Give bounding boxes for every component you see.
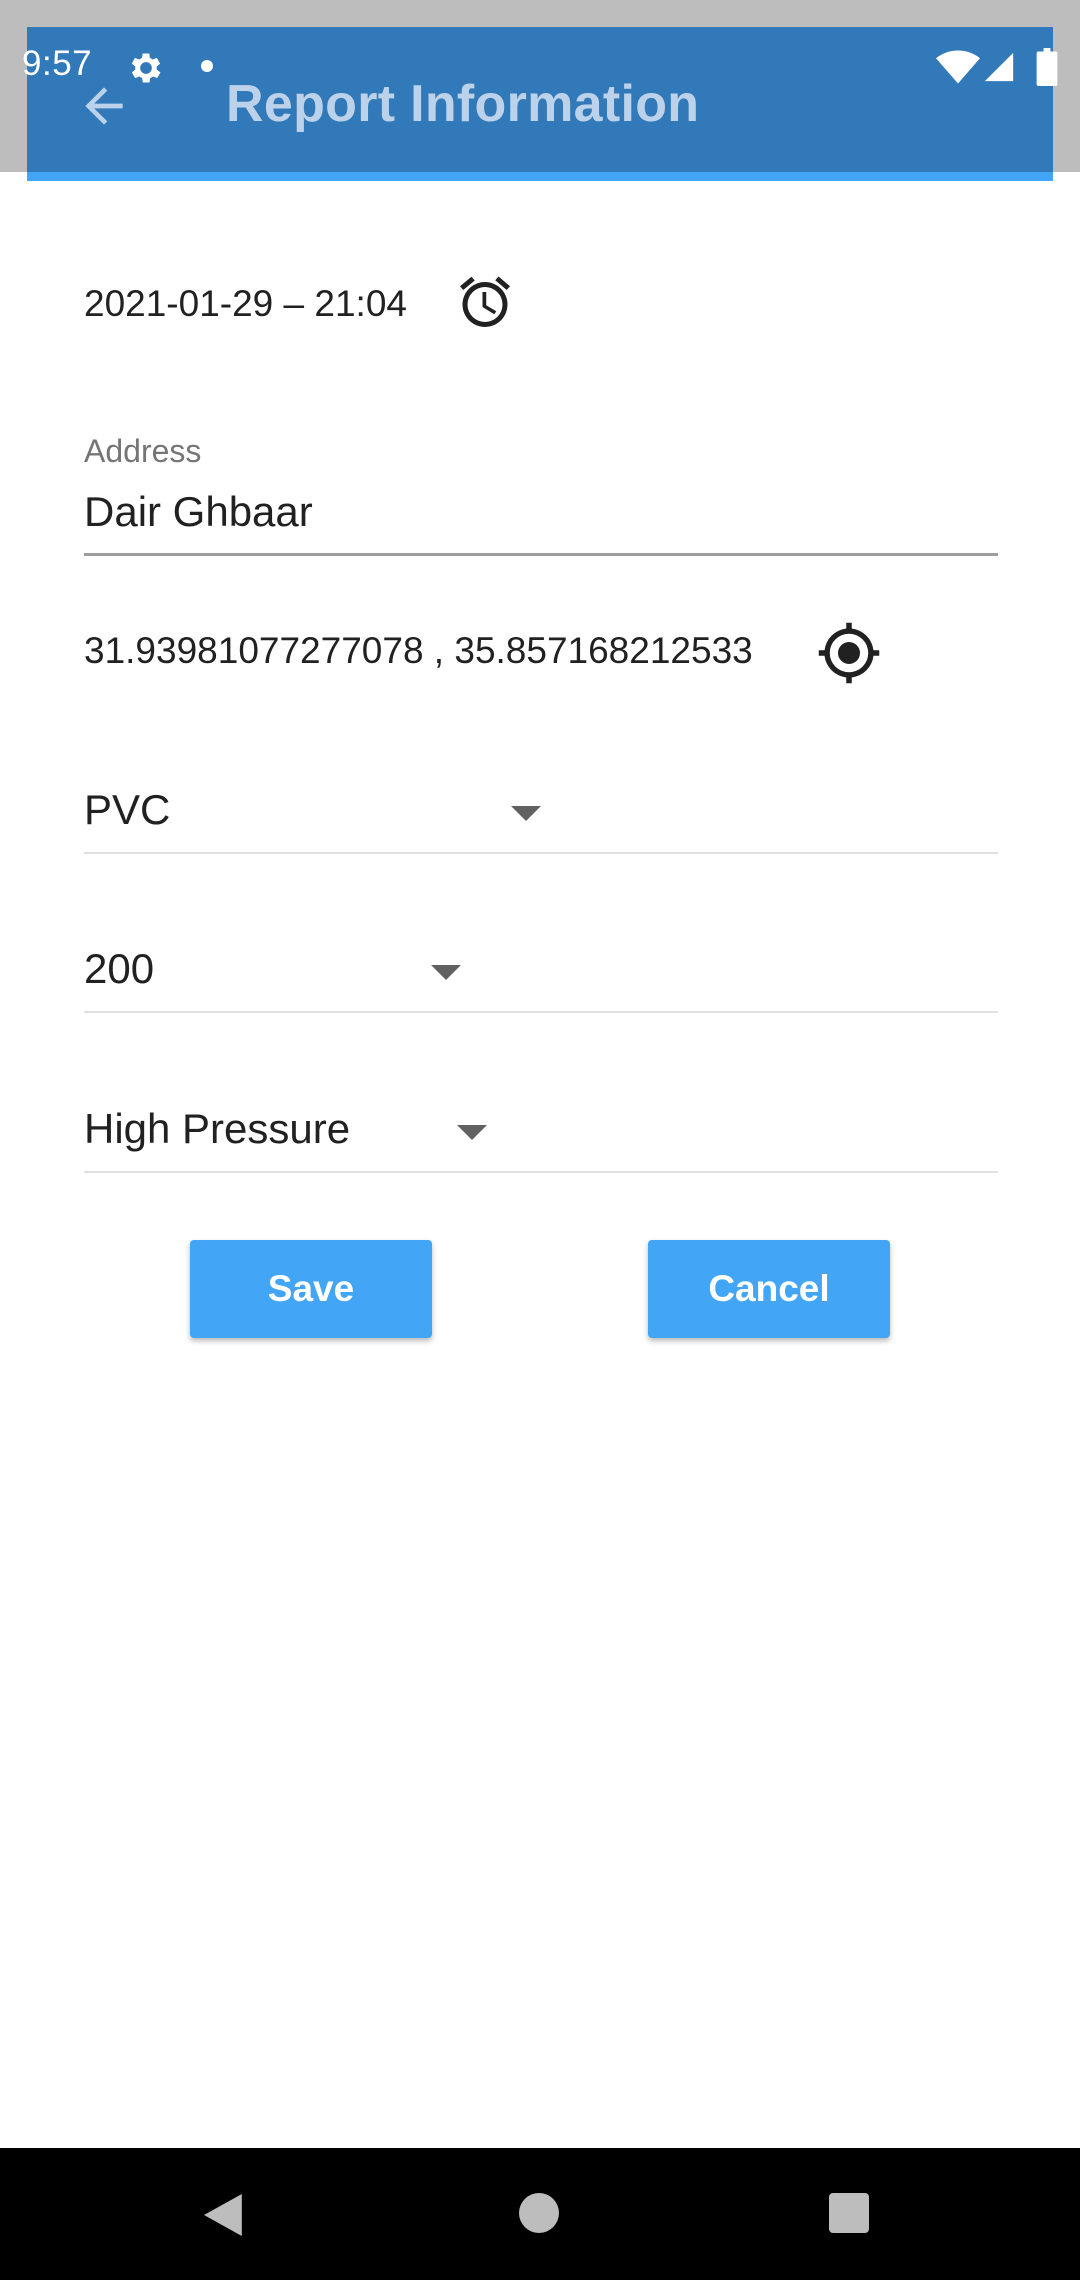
system-nav-bar — [0, 2148, 1080, 2280]
wifi-icon — [936, 50, 980, 84]
material-selected-value: PVC — [84, 786, 171, 833]
pressure-dropdown[interactable]: High Pressure — [84, 1087, 998, 1173]
gear-icon — [131, 53, 161, 83]
address-input[interactable] — [84, 470, 998, 556]
page-title: Report Information — [226, 75, 700, 133]
nav-home-icon[interactable] — [519, 2193, 559, 2233]
size-dropdown[interactable]: 200 — [84, 927, 998, 1013]
signal-icon — [984, 52, 1014, 82]
material-dropdown[interactable]: PVC — [84, 768, 998, 854]
save-button[interactable]: Save — [190, 1240, 432, 1338]
arrow-back-icon[interactable] — [76, 78, 132, 134]
nav-recents-icon[interactable] — [829, 2193, 869, 2233]
notification-dot-icon — [201, 60, 213, 72]
coordinates-text: 31.93981077277078 , 35.857168212533 — [84, 630, 753, 671]
report-datetime: 2021-01-29 – 21:04 — [84, 283, 407, 324]
pressure-selected-value: High Pressure — [84, 1105, 351, 1152]
my-location-icon[interactable] — [816, 620, 882, 686]
address-label: Address — [84, 433, 202, 469]
chevron-down-icon — [431, 965, 461, 980]
chevron-down-icon — [511, 806, 541, 821]
chevron-down-icon — [457, 1125, 487, 1140]
alarm-icon[interactable] — [455, 272, 515, 332]
nav-back-icon[interactable] — [204, 2194, 246, 2236]
battery-icon — [1036, 48, 1058, 86]
size-selected-value: 200 — [84, 945, 155, 992]
cancel-button[interactable]: Cancel — [648, 1240, 890, 1338]
